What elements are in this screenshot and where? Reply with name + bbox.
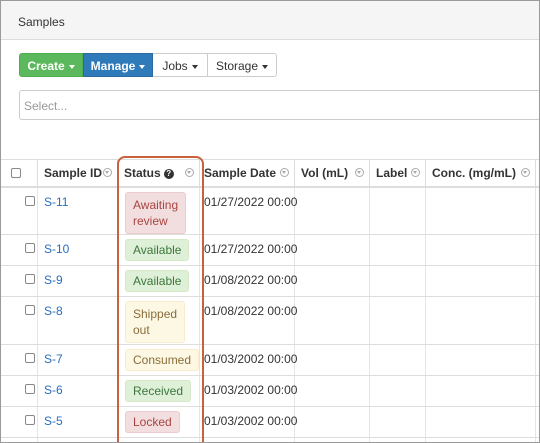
sample-date-value: 01/03/2002 00:00 bbox=[204, 352, 298, 366]
row-checkbox[interactable] bbox=[25, 305, 35, 315]
caret-down-icon bbox=[139, 64, 146, 69]
table-row[interactable]: S-6 Received 01/03/2002 00:00 bbox=[1, 376, 539, 407]
header-sample-id[interactable]: Sample ID bbox=[38, 160, 118, 187]
storage-button-label: Storage bbox=[215, 59, 259, 73]
sample-id-link[interactable]: S-5 bbox=[44, 414, 63, 428]
caret-down-icon bbox=[262, 64, 269, 69]
column-menu-icon[interactable] bbox=[103, 168, 112, 177]
table-row[interactable]: S-9 Available 01/08/2022 00:00 bbox=[1, 266, 539, 297]
header-sample-date[interactable]: Sample Date bbox=[200, 160, 295, 187]
grid-cell-divider bbox=[1, 438, 38, 442]
grid-cell-divider bbox=[426, 407, 536, 437]
grid-cell-divider bbox=[370, 266, 426, 296]
grid-cell-divider bbox=[200, 438, 295, 442]
panel-header: Samples bbox=[1, 1, 539, 40]
sample-id-link[interactable]: S-9 bbox=[44, 273, 63, 287]
row-checkbox[interactable] bbox=[25, 415, 35, 425]
grid-cell-divider bbox=[426, 235, 536, 265]
caret-down-icon bbox=[68, 64, 75, 69]
grid-cell-divider bbox=[426, 345, 536, 375]
grid-cell-divider bbox=[295, 376, 370, 406]
row-checkbox[interactable] bbox=[25, 384, 35, 394]
sample-date-value: 01/08/2022 00:00 bbox=[204, 273, 298, 287]
caret-down-icon bbox=[191, 64, 198, 69]
table-row[interactable]: S-10 Available 01/27/2022 00:00 bbox=[1, 235, 539, 266]
column-menu-icon[interactable] bbox=[521, 168, 530, 177]
jobs-button[interactable]: Jobs bbox=[153, 53, 208, 77]
header-vol-label: Vol (mL) bbox=[301, 166, 349, 180]
grid-cell-divider bbox=[295, 235, 370, 265]
panel-title: Samples bbox=[18, 15, 65, 29]
sample-id-link[interactable]: S-10 bbox=[44, 242, 69, 256]
row-checkbox[interactable] bbox=[25, 243, 35, 253]
column-menu-icon[interactable] bbox=[280, 168, 289, 177]
sample-date-value: 01/08/2022 00:00 bbox=[204, 304, 298, 318]
sample-id-link[interactable]: S-7 bbox=[44, 352, 63, 366]
grid-cell-divider bbox=[295, 407, 370, 437]
header-vol[interactable]: Vol (mL) bbox=[295, 160, 370, 187]
header-label-label: Label bbox=[376, 166, 408, 180]
manage-button[interactable]: Manage bbox=[83, 53, 153, 77]
column-menu-icon[interactable] bbox=[355, 168, 364, 177]
filter-select-input[interactable]: Select... bbox=[19, 90, 539, 120]
column-menu-icon[interactable] bbox=[411, 168, 420, 177]
create-button-label: Create bbox=[27, 59, 65, 73]
grid-cell-divider bbox=[295, 188, 370, 234]
header-select-cell bbox=[1, 160, 38, 187]
grid-cell-divider bbox=[295, 345, 370, 375]
grid-cell-divider bbox=[370, 235, 426, 265]
select-all-checkbox[interactable] bbox=[11, 168, 21, 178]
grid-cell-divider bbox=[295, 438, 370, 442]
table-row[interactable]: S-8 Shipped out 01/08/2022 00:00 bbox=[1, 297, 539, 345]
sample-id-link[interactable]: S-8 bbox=[44, 304, 63, 318]
grid-cell-divider bbox=[295, 266, 370, 296]
create-button[interactable]: Create bbox=[19, 53, 83, 77]
grid-cell-divider bbox=[370, 297, 426, 344]
header-conc[interactable]: Conc. (mg/mL) bbox=[426, 160, 536, 187]
sample-id-link[interactable]: S-6 bbox=[44, 383, 63, 397]
sample-date-value: 01/27/2022 00:00 bbox=[204, 242, 298, 256]
grid-cell-divider bbox=[370, 407, 426, 437]
filter-select-placeholder: Select... bbox=[24, 99, 68, 113]
jobs-button-label: Jobs bbox=[162, 59, 188, 73]
grid-cell-divider bbox=[370, 376, 426, 406]
header-conc-label: Conc. (mg/mL) bbox=[432, 166, 516, 180]
table-row[interactable]: S-5 Locked 01/03/2002 00:00 bbox=[1, 407, 539, 438]
grid-cell-divider bbox=[1, 188, 38, 234]
grid-cell-divider bbox=[295, 297, 370, 344]
storage-button[interactable]: Storage bbox=[207, 53, 277, 77]
row-checkbox[interactable] bbox=[25, 196, 35, 206]
grid-cell-divider bbox=[426, 266, 536, 296]
row-checkbox[interactable] bbox=[25, 353, 35, 363]
row-checkbox[interactable] bbox=[25, 274, 35, 284]
grid-cell-divider bbox=[426, 297, 536, 344]
grid-cell-divider bbox=[370, 438, 426, 442]
grid-cell-divider bbox=[426, 188, 536, 234]
sample-date-value: 01/27/2022 00:00 bbox=[204, 195, 298, 209]
grid-cell-divider bbox=[370, 188, 426, 234]
table-row[interactable]: S-11 Awaiting review 01/27/2022 00:00 bbox=[1, 188, 539, 235]
grid-cell-divider bbox=[38, 438, 118, 442]
grid-cell-divider bbox=[426, 438, 536, 442]
table-row[interactable] bbox=[1, 438, 539, 442]
sample-id-link[interactable]: S-11 bbox=[44, 195, 68, 209]
sample-date-value: 01/03/2002 00:00 bbox=[204, 414, 298, 428]
samples-panel: Samples Create Manage Jobs Storage Selec… bbox=[0, 0, 540, 443]
header-sample-date-label: Sample Date bbox=[204, 166, 277, 180]
manage-button-label: Manage bbox=[90, 59, 136, 73]
grid-cell-divider bbox=[370, 345, 426, 375]
header-label[interactable]: Label bbox=[370, 160, 426, 187]
grid-cell-divider bbox=[426, 376, 536, 406]
table-row[interactable]: S-7 Consumed 01/03/2002 00:00 bbox=[1, 345, 539, 376]
grid-header-row: Sample ID Status? Sample Date Vol (mL) L… bbox=[1, 159, 539, 188]
status-column-highlight bbox=[117, 156, 204, 442]
header-sample-id-label: Sample ID bbox=[44, 166, 103, 180]
sample-date-value: 01/03/2002 00:00 bbox=[204, 383, 298, 397]
